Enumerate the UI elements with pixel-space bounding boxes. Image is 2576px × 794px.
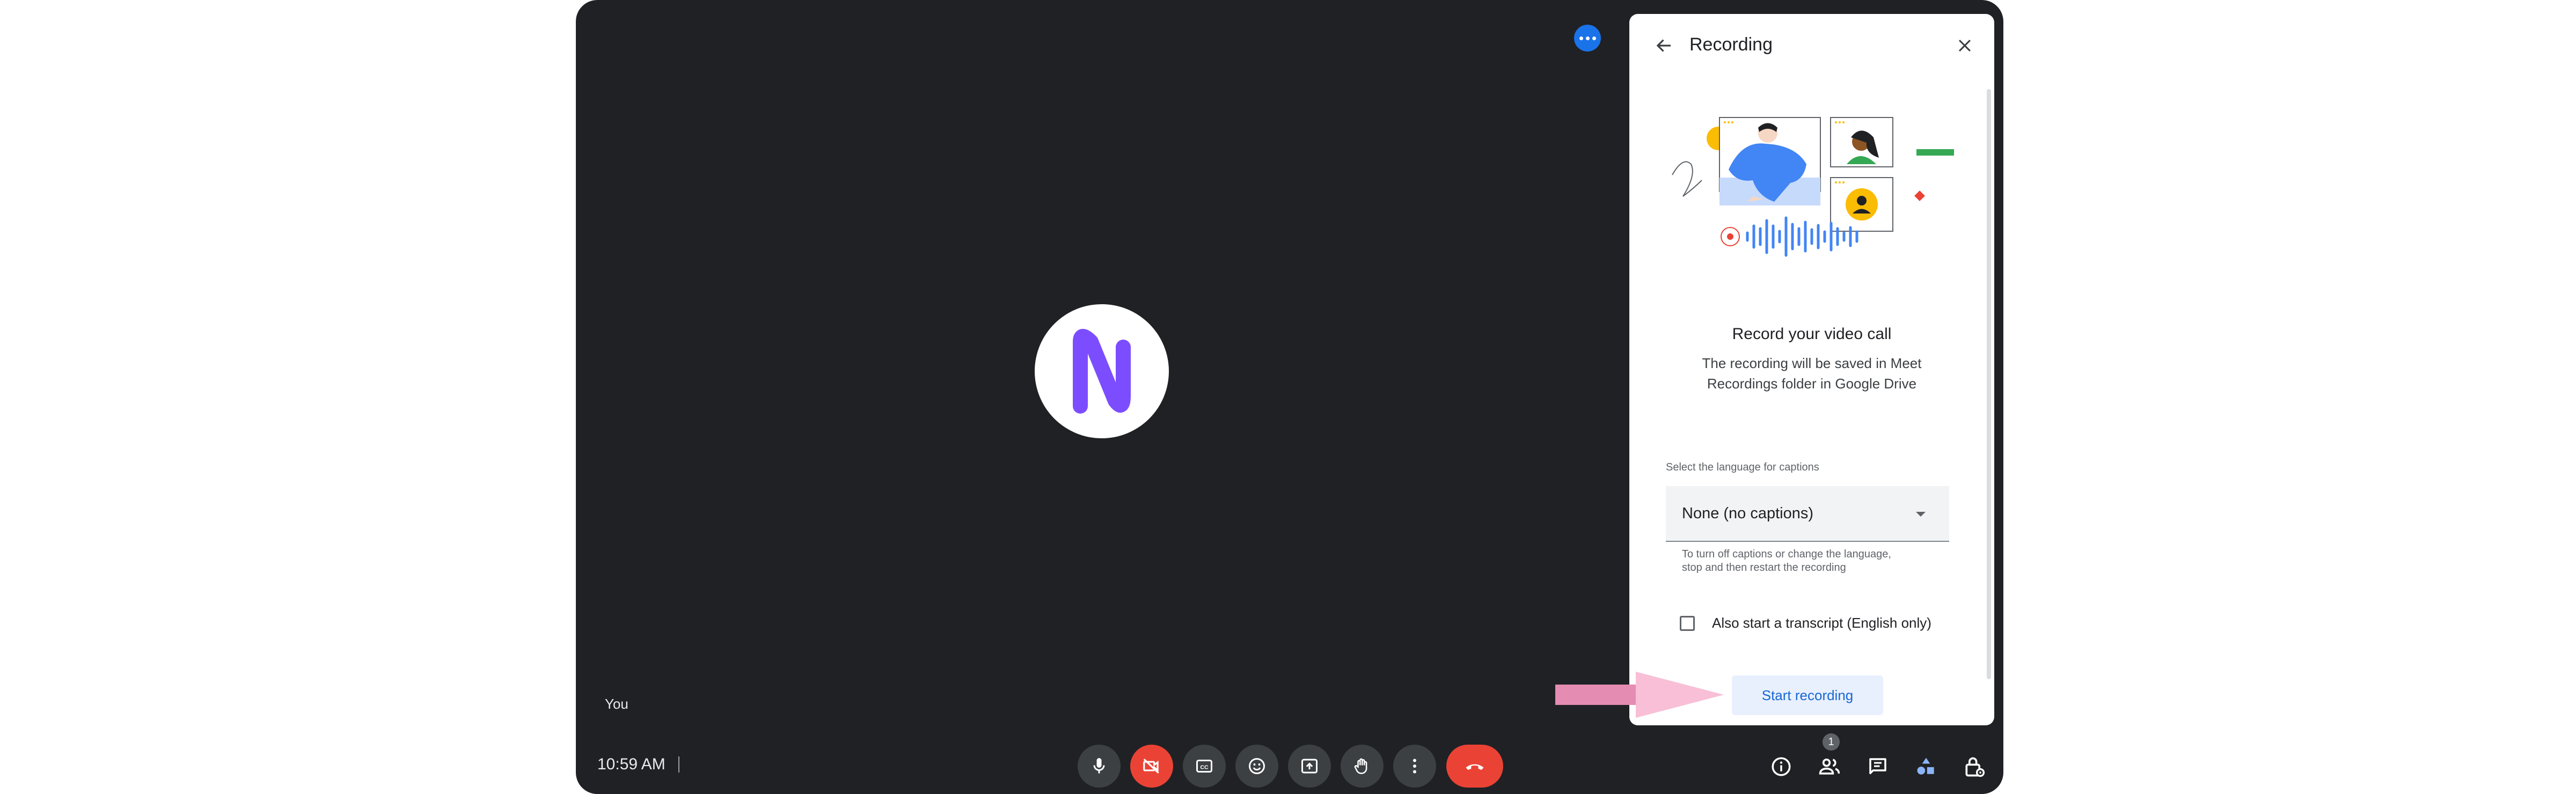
meet-window: You 10:59 AM CC 1 Recording Record your … <box>576 0 2003 794</box>
panel-header: Recording <box>1629 14 1994 73</box>
raise-hand-icon <box>1354 758 1367 774</box>
clock-time: 10:59 AM <box>597 755 665 773</box>
host-controls-icon <box>1965 757 1985 777</box>
dot-icon <box>1592 36 1596 40</box>
more-options-button[interactable] <box>1393 745 1436 788</box>
arrow-back-icon <box>1656 39 1671 52</box>
transcript-option[interactable]: Also start a transcript (English only) <box>1680 615 1931 631</box>
recording-illustration <box>1672 117 1954 257</box>
end-call-button[interactable] <box>1446 745 1503 788</box>
recording-panel: Recording Record your video call The rec… <box>1629 14 1994 725</box>
self-name-label: You <box>605 696 628 712</box>
captions-icon: CC <box>1196 760 1212 773</box>
close-icon <box>1958 39 1971 52</box>
caption-language-select[interactable]: None (no captions) <box>1666 486 1949 542</box>
meeting-details-button[interactable] <box>1765 751 1797 783</box>
dropdown-arrow-icon <box>1916 512 1926 517</box>
meeting-clock: 10:59 AM <box>597 755 679 774</box>
close-button[interactable] <box>1951 32 1978 59</box>
raise-hand-button[interactable] <box>1341 745 1384 788</box>
avatar-letter-n-icon <box>1073 329 1131 414</box>
microphone-icon <box>1093 758 1105 774</box>
participant-avatar <box>1035 304 1169 438</box>
info-icon <box>1772 757 1791 776</box>
svg-text:CC: CC <box>1200 764 1209 770</box>
transcript-checkbox[interactable] <box>1680 615 1695 631</box>
activities-button[interactable] <box>1910 751 1942 783</box>
dot-icon <box>1579 36 1583 40</box>
camera-off-icon <box>1143 759 1159 774</box>
recording-heading: Record your video call <box>1732 325 1892 343</box>
caption-language-help: To turn off captions or change the langu… <box>1682 548 1891 574</box>
host-controls-button[interactable] <box>1958 751 1990 783</box>
emoji-icon <box>1249 758 1265 774</box>
recording-description: The recording will be saved in Meet Reco… <box>1702 355 1922 392</box>
dot-icon <box>1585 36 1590 40</box>
tile-options-button[interactable] <box>1574 25 1601 52</box>
panel-scrollbar[interactable] <box>1987 89 1991 679</box>
people-button[interactable]: 1 <box>1813 733 1846 783</box>
caption-language-value: None (no captions) <box>1682 504 1814 522</box>
more-options-icon <box>1413 759 1416 774</box>
emoji-reactions-button[interactable] <box>1235 745 1278 788</box>
clock-divider <box>678 756 679 773</box>
start-recording-button[interactable]: Start recording <box>1732 675 1883 715</box>
panel-title: Recording <box>1689 34 1773 55</box>
people-icon <box>1819 758 1840 775</box>
back-button[interactable] <box>1651 32 1678 59</box>
present-screen-button[interactable] <box>1288 745 1331 788</box>
hint-arrow-icon <box>1555 672 1724 718</box>
captions-button[interactable]: CC <box>1183 745 1226 788</box>
microphone-button[interactable] <box>1078 745 1121 788</box>
caption-language-label: Select the language for captions <box>1666 461 1819 473</box>
end-call-icon <box>1466 764 1484 770</box>
chat-icon <box>1869 758 1886 774</box>
present-icon <box>1301 759 1318 774</box>
participants-count-badge: 1 <box>1823 733 1840 751</box>
activities-icon <box>1917 758 1934 775</box>
chat-button[interactable] <box>1862 751 1894 783</box>
camera-toggle-button[interactable] <box>1130 745 1173 788</box>
transcript-label: Also start a transcript (English only) <box>1712 615 1931 631</box>
